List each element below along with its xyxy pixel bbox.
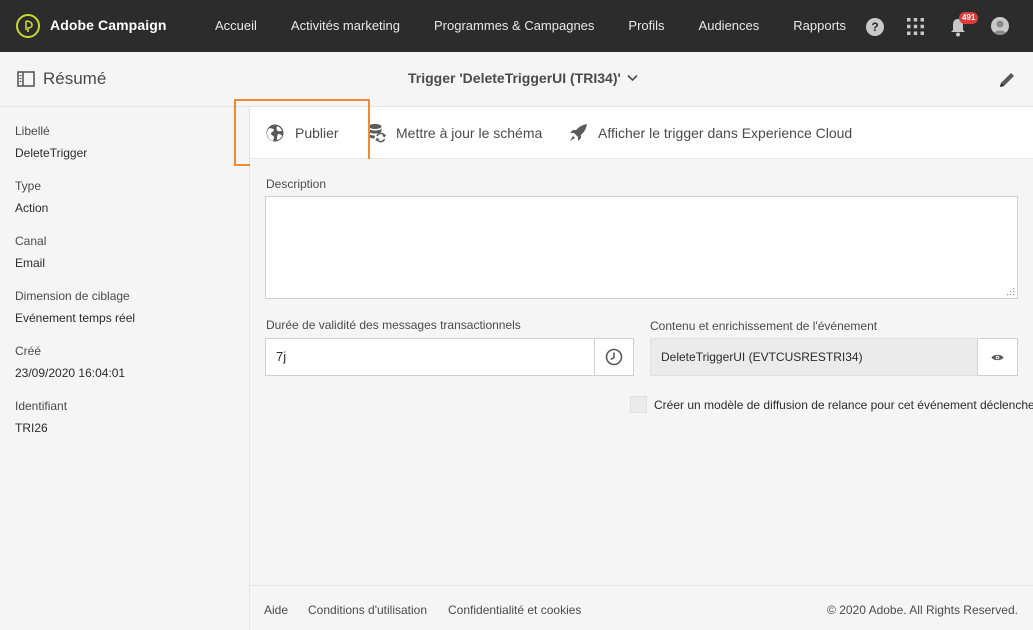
description-textarea[interactable] xyxy=(265,196,1018,299)
field-value: 23/09/2020 16:04:01 xyxy=(15,366,126,380)
nav-item-profils[interactable]: Profils xyxy=(611,0,681,52)
footer-link-terms[interactable]: Conditions d'utilisation xyxy=(308,603,427,617)
publish-button[interactable]: Publier xyxy=(265,107,339,159)
adobe-campaign-logo-icon[interactable] xyxy=(16,14,40,38)
content-enrichment-field: DeleteTriggerUI (EVTCUSRESTRI34) xyxy=(650,338,978,376)
sidebar-field-type: Type Action xyxy=(15,179,48,215)
copyright-text: © 2020 Adobe. All Rights Reserved. xyxy=(827,603,1018,617)
eye-icon xyxy=(991,354,1004,360)
database-refresh-icon xyxy=(368,124,386,143)
sidebar-field-cree: Créé 23/09/2020 16:04:01 xyxy=(15,344,125,380)
sidebar-field-canal: Canal Email xyxy=(15,234,46,270)
top-navigation-bar: Adobe Campaign Accueil Activités marketi… xyxy=(0,0,1033,52)
nav-item-audiences[interactable]: Audiences xyxy=(682,0,777,52)
sidebar-field-libelle: Libellé DeleteTrigger xyxy=(15,124,87,160)
field-label: Dimension de ciblage xyxy=(15,289,130,303)
nav-item-activites-marketing[interactable]: Activités marketing xyxy=(274,0,417,52)
field-value: Evénement temps réel xyxy=(15,311,136,325)
notification-count-badge: 491 xyxy=(959,12,979,24)
apps-grid-icon[interactable] xyxy=(907,18,924,35)
brand-name[interactable]: Adobe Campaign xyxy=(50,17,167,33)
resize-handle-icon[interactable] xyxy=(1007,288,1015,296)
field-value: DeleteTrigger xyxy=(15,146,88,160)
relaunch-template-label[interactable]: Créer un modèle de diffusion de relance … xyxy=(654,398,1033,412)
help-icon[interactable]: ? xyxy=(866,18,884,36)
content-enrichment-label: Contenu et enrichissement de l'événement xyxy=(650,319,878,333)
duration-input[interactable]: 7j xyxy=(265,338,595,376)
nav-item-programmes-campagnes[interactable]: Programmes & Campagnes xyxy=(417,0,611,52)
main-nav: Accueil Activités marketing Programmes &… xyxy=(198,0,863,52)
trigger-title-text: Trigger 'DeleteTriggerUI (TRI34)' xyxy=(408,70,621,86)
view-content-button[interactable] xyxy=(977,338,1018,376)
summary-sidebar: Libellé DeleteTrigger Type Action Canal … xyxy=(0,107,250,630)
sidebar-field-dimension: Dimension de ciblage Evénement temps rée… xyxy=(15,289,135,325)
pencil-icon[interactable] xyxy=(997,70,1017,90)
field-label: Identifiant xyxy=(15,399,68,413)
globe-icon xyxy=(266,124,284,142)
field-value: TRI26 xyxy=(15,421,48,435)
publish-label: Publier xyxy=(295,125,339,141)
rocket-icon xyxy=(570,124,587,141)
sidebar-field-identifiant: Identifiant TRI26 xyxy=(15,399,67,435)
action-bar: Publier Mettre à jour le schéma Afficher… xyxy=(250,107,1033,159)
footer: Aide Conditions d'utilisation Confidenti… xyxy=(250,585,1033,630)
chevron-down-icon xyxy=(627,74,638,82)
field-value: Action xyxy=(15,201,49,215)
update-schema-button[interactable]: Mettre à jour le schéma xyxy=(367,107,542,159)
trigger-title-dropdown[interactable]: Trigger 'DeleteTriggerUI (TRI34)' xyxy=(408,70,638,86)
clock-icon xyxy=(605,348,623,366)
show-trigger-experience-cloud-button[interactable]: Afficher le trigger dans Experience Clou… xyxy=(568,107,852,159)
duration-picker-button[interactable] xyxy=(594,338,634,376)
nav-item-accueil[interactable]: Accueil xyxy=(198,0,274,52)
field-label: Libellé xyxy=(15,124,50,138)
summary-title: Résumé xyxy=(43,69,107,88)
update-schema-label: Mettre à jour le schéma xyxy=(396,125,543,141)
user-avatar-icon[interactable] xyxy=(991,17,1009,35)
footer-link-privacy[interactable]: Confidentialité et cookies xyxy=(448,603,581,617)
field-label: Créé xyxy=(15,344,42,358)
field-label: Type xyxy=(15,179,42,193)
field-value: Email xyxy=(15,256,46,270)
page-header: Résumé Trigger 'DeleteTriggerUI (TRI34)' xyxy=(0,52,1033,107)
nav-item-rapports[interactable]: Rapports xyxy=(776,0,863,52)
field-label: Canal xyxy=(15,234,47,248)
footer-link-help[interactable]: Aide xyxy=(264,603,288,617)
show-trigger-label: Afficher le trigger dans Experience Clou… xyxy=(598,125,853,141)
duration-label: Durée de validité des messages transacti… xyxy=(266,318,521,332)
summary-panel-icon[interactable] xyxy=(17,71,35,87)
description-label: Description xyxy=(266,177,327,191)
relaunch-template-checkbox[interactable] xyxy=(630,396,647,413)
